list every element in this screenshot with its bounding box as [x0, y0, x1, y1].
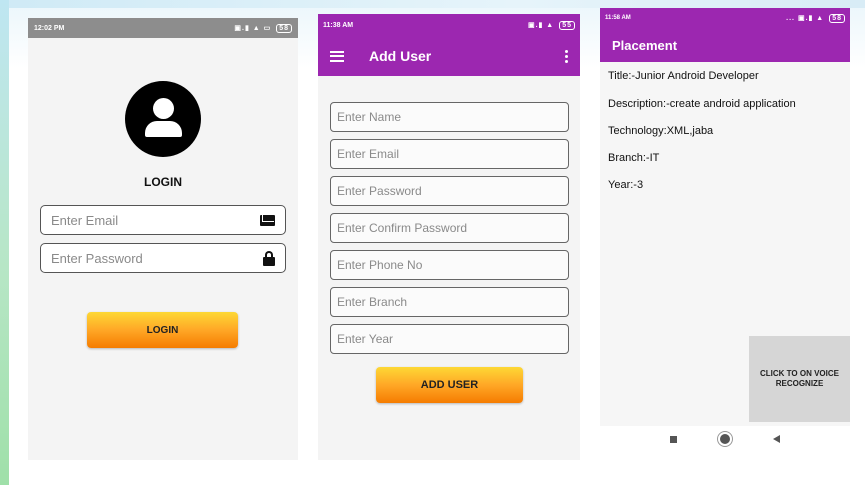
system-icons: ▣.▮ ▲ ▭ 58 [234, 24, 292, 33]
person-icon [125, 81, 201, 157]
battery-icon: 58 [276, 24, 292, 33]
status-bar: 11:38 AM ▣.▮ ▲ 55 [318, 14, 580, 36]
menu-icon[interactable] [330, 50, 344, 62]
status-bar: 12:02 PM ▣.▮ ▲ ▭ 58 [28, 18, 298, 38]
add-user-button[interactable]: ADD USER [376, 367, 523, 403]
year-field [330, 324, 569, 354]
email-input[interactable] [51, 212, 260, 228]
battery-icon: 55 [559, 21, 575, 30]
voice-recognize-button[interactable]: CLICK TO ON VOICE RECOGNIZE [749, 336, 850, 422]
info-technology: Technology:XML,jaba [608, 125, 714, 137]
status-bar: 11:58 AM ... ▣.▮ ▲ 58 [600, 8, 850, 28]
year-input[interactable] [337, 332, 562, 346]
status-time: 11:38 AM [323, 21, 354, 29]
email-field [330, 139, 569, 169]
app-bar: Add User [318, 36, 580, 76]
email-field-container [40, 205, 286, 235]
password-field-container [40, 243, 286, 273]
name-field [330, 102, 569, 132]
background-left-stripe [0, 0, 9, 485]
navigation-bar [600, 426, 850, 452]
page-title: Add User [369, 48, 432, 64]
password-input[interactable] [51, 250, 263, 266]
info-year: Year:-3 [608, 179, 644, 191]
system-icons: ▣.▮ ▲ 55 [528, 21, 575, 30]
battery-icon: 58 [829, 14, 845, 23]
password-input[interactable] [337, 184, 562, 198]
password-field [330, 176, 569, 206]
confirm-password-input[interactable] [337, 221, 562, 235]
page-title: LOGIN [144, 175, 182, 189]
status-time: 12:02 PM [34, 24, 65, 32]
mail-icon [260, 214, 275, 226]
add-user-screen: 11:38 AM ▣.▮ ▲ 55 Add User ADD USER [318, 14, 580, 460]
placement-screen: 11:58 AM ... ▣.▮ ▲ 58 Placement Title:-J… [600, 8, 850, 426]
login-screen: 12:02 PM ▣.▮ ▲ ▭ 58 LOGIN LOGIN [28, 18, 298, 460]
recents-icon[interactable] [669, 435, 677, 443]
lock-icon [263, 250, 275, 266]
more-options-icon[interactable] [565, 50, 568, 63]
home-icon[interactable] [719, 434, 730, 444]
branch-input[interactable] [337, 295, 562, 309]
info-title: Title:-Junior Android Developer [608, 70, 759, 82]
phone-input[interactable] [337, 258, 562, 272]
back-icon[interactable] [773, 435, 781, 443]
login-button[interactable]: LOGIN [87, 312, 238, 348]
phone-field [330, 250, 569, 280]
name-input[interactable] [337, 110, 562, 124]
info-description: Description:-create android application [608, 98, 796, 110]
info-branch: Branch:-IT [608, 152, 660, 164]
system-icons: ... ▣.▮ ▲ 58 [786, 14, 845, 23]
confirm-password-field [330, 213, 569, 243]
page-title: Placement [612, 37, 678, 53]
email-input[interactable] [337, 147, 562, 161]
status-time: 11:58 AM [605, 15, 631, 21]
branch-field [330, 287, 569, 317]
app-bar: Placement [600, 28, 850, 62]
background-top-stripe [0, 0, 865, 8]
